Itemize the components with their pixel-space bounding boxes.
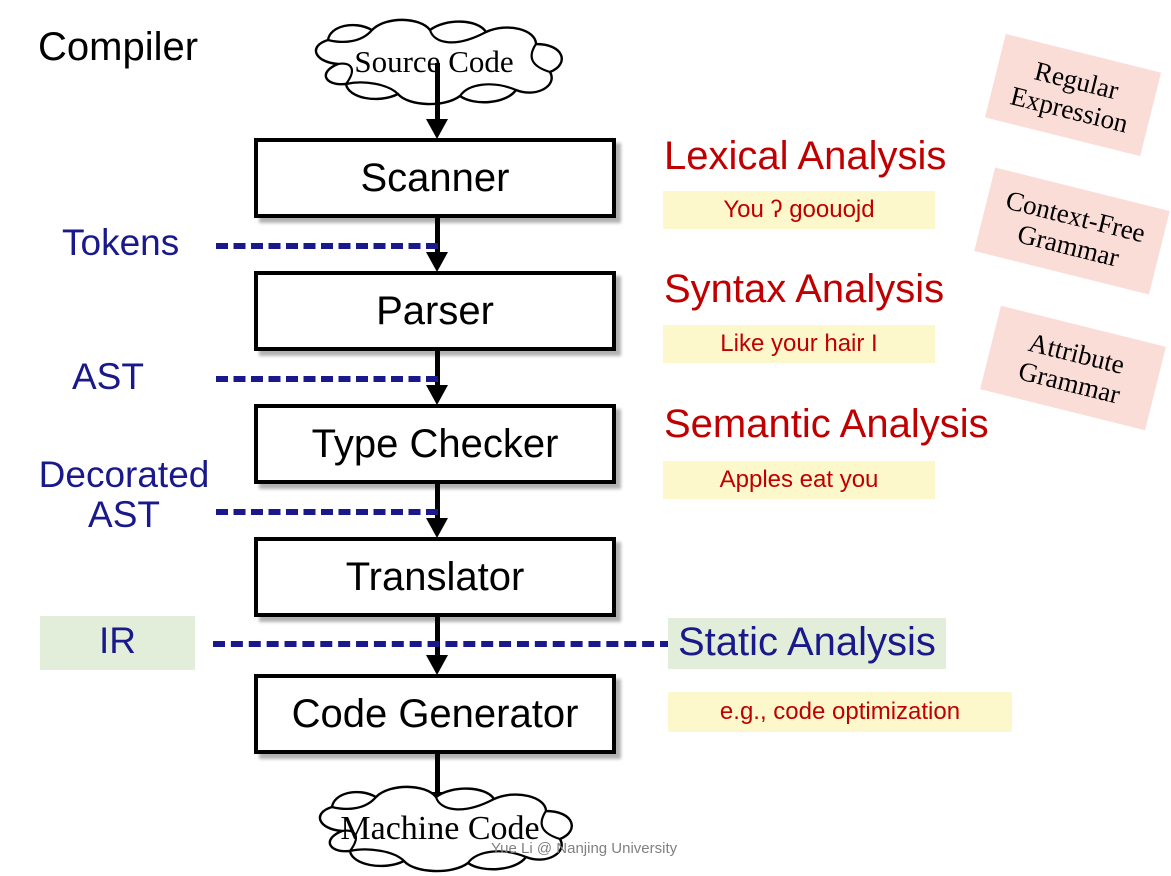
- stage-box-parser[interactable]: Parser: [254, 271, 616, 351]
- tag-context-free-grammar: Context-Free Grammar: [974, 167, 1170, 295]
- phase-heading-syntax-analysis: Syntax Analysis: [664, 267, 945, 311]
- compiler-pipeline-diagram: Compiler Source Code Scanner Tokens Pars…: [0, 0, 1171, 876]
- intermediate-label-ir: IR: [40, 616, 195, 670]
- phase-example-syntax-analysis: Like your hair I: [663, 325, 935, 363]
- stage-label-parser: Parser: [376, 288, 494, 333]
- page-title: Compiler: [38, 25, 199, 69]
- phase-example-static-analysis: e.g., code optimization: [668, 692, 1012, 732]
- intermediate-label-decorated-ast: Decorated AST: [38, 454, 210, 535]
- intermediate-label-tokens: Tokens: [62, 222, 180, 263]
- stage-label-code-generator: Code Generator: [291, 691, 579, 736]
- divider-tokens: [216, 243, 438, 249]
- phase-example-lexical-analysis: You ʔ goouojd: [663, 191, 935, 229]
- machine-code-cloud: Machine Code: [280, 785, 600, 873]
- phase-example-semantic-analysis: Apples eat you: [663, 461, 935, 499]
- tag-regular-expression: Regular Expression: [984, 33, 1162, 157]
- divider-ir: [213, 641, 672, 647]
- intermediate-label-ast: AST: [72, 356, 144, 397]
- stage-label-type-checker: Type Checker: [311, 421, 559, 466]
- cloud-shape-icon: [314, 18, 563, 106]
- stage-label-translator: Translator: [345, 554, 525, 599]
- phase-heading-static-analysis: Static Analysis: [668, 618, 946, 669]
- tag-attribute-grammar: Attribute Grammar: [980, 305, 1166, 431]
- stage-box-code-generator[interactable]: Code Generator: [254, 674, 616, 754]
- stage-box-scanner[interactable]: Scanner: [254, 138, 616, 218]
- phase-heading-lexical-analysis: Lexical Analysis: [664, 134, 947, 178]
- divider-decorated-ast: [216, 509, 438, 515]
- stage-label-scanner: Scanner: [360, 155, 510, 200]
- cloud-shape-icon: [318, 785, 573, 873]
- divider-ast: [216, 376, 438, 382]
- stage-box-translator[interactable]: Translator: [254, 537, 616, 617]
- source-code-cloud: Source Code: [278, 18, 590, 106]
- phase-heading-semantic-analysis: Semantic Analysis: [664, 402, 989, 446]
- attribution-footer: Yue Li @ Nanjing University: [491, 840, 678, 857]
- stage-box-type-checker[interactable]: Type Checker: [254, 404, 616, 484]
